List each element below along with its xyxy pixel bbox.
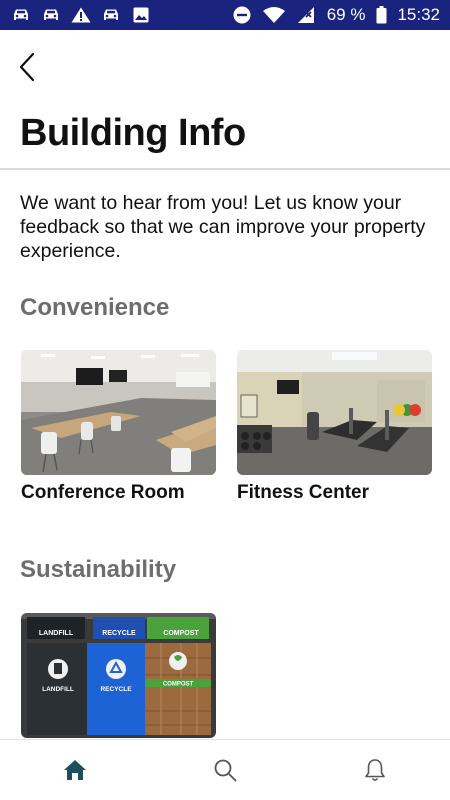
fitness-center-image [237,350,432,475]
search-icon [214,759,237,782]
card-label-conference-room: Conference Room [21,482,185,503]
recycling-bins-image: LANDFILL RECYCLE COMPOST LANDFILL RECYCL… [21,613,216,738]
compost-sign-text: COMPOST [163,630,199,637]
battery-percent: 69 % [326,5,366,24]
wifi-icon [262,7,285,23]
header-divider [0,168,450,170]
home-icon [64,760,86,780]
car-icon [100,7,122,23]
warning-icon [70,7,92,23]
bell-icon [365,759,385,781]
status-bar: 69 % 15:32 [0,0,450,30]
car-icon [10,7,32,23]
no-signal-icon [295,7,317,23]
recycle-sign-text: RECYCLE [102,630,136,637]
nav-notifications[interactable] [345,745,405,795]
compost-bin-text: COMPOST [163,682,194,688]
section-title-sustainability: Sustainability [20,556,177,583]
card-label-fitness-center: Fitness Center [237,482,369,503]
nav-search[interactable] [195,745,255,795]
chevron-left-icon [19,52,35,82]
car-icon [40,7,62,23]
status-system: 69 % 15:32 [231,5,440,25]
nav-home[interactable] [45,745,105,795]
back-button[interactable] [12,50,42,84]
bottom-nav [0,739,450,800]
status-notifications [10,7,152,23]
conference-room-image [21,350,216,475]
section-title-convenience: Convenience [20,294,170,321]
battery-icon [375,6,387,24]
image-icon [130,7,152,23]
recycle-bin-text: RECYCLE [100,686,132,693]
landfill-bin-text: LANDFILL [42,686,74,693]
intro-text: We want to hear from you! Let us know yo… [20,192,426,262]
do-not-disturb-icon [231,6,253,24]
clock: 15:32 [397,5,440,24]
card-fitness-center[interactable]: Fitness Center [237,350,432,504]
card-recycling-stations[interactable]: LANDFILL RECYCLE COMPOST LANDFILL RECYCL… [21,613,216,738]
landfill-sign-text: LANDFILL [39,630,74,637]
page-title: Building Info [20,112,246,154]
card-conference-room[interactable]: Conference Room [21,350,216,504]
